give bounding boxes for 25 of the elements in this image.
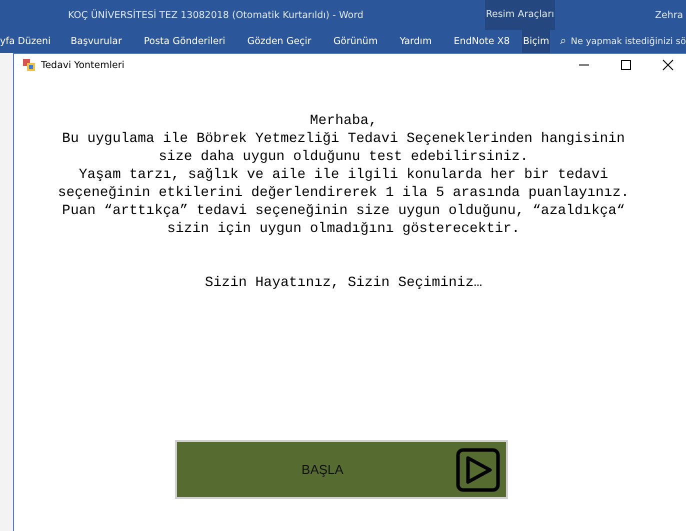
ribbon-tab[interactable]: Gözden Geçir (247, 30, 312, 53)
ribbon-tab[interactable]: Görünüm (333, 30, 378, 53)
message-text: Puan “arttıkça” tedavi seçeneğinin size uygun olduğunu, “azaldıkça“ (61, 202, 626, 220)
ribbon-tab[interactable]: Biçim (522, 30, 550, 53)
ribbon-tab[interactable]: Posta Gönderileri (144, 30, 226, 53)
document-title: KOÇ ÜNİVERSİTESİ TEZ 13082018 (Otomatik Kurtarıldı) - Word (68, 10, 364, 20)
search-field[interactable]: Ne yapmak istediğinizi sö (570, 36, 686, 46)
ribbon-tab[interactable]: Başvurular (70, 30, 122, 53)
user-name: Zehra (655, 10, 684, 20)
message-text: Merhaba, (308, 112, 378, 130)
maximize-icon[interactable] (620, 59, 632, 71)
play-icon (456, 448, 500, 492)
message-text: Yaşam tarzı, sağlık ve aile ile ilgili konularda her bir tedavi (78, 166, 610, 184)
message-text: sizin için uygun olmadığını gösterecektir. (166, 220, 521, 238)
message-text: Bu uygulama ile Böbrek Yetmezliği Tedavi Seçeneklerinden hangisinin (61, 130, 626, 148)
close-icon[interactable] (662, 59, 674, 71)
slogan-text: Sizin Hayatınız, Sizin Seçiminiz… (204, 274, 484, 292)
app-icon (23, 59, 35, 71)
message-text: seçeneğinin etkilerini değerlendirerek 1 ila 5 arasında puanlayınız. (56, 184, 630, 202)
window-title: Tedavi Yontemleri (41, 60, 124, 70)
ribbon-tab[interactable]: EndNote X8 (454, 30, 510, 53)
ribbon-tab[interactable]: yfa Düzeni (0, 30, 51, 53)
message-text: size daha uygun olduğunu test edebilirsiniz. (158, 148, 530, 166)
context-tab-label: Resim Araçları (485, 0, 555, 30)
ribbon-tab[interactable]: Yardım (400, 30, 432, 53)
